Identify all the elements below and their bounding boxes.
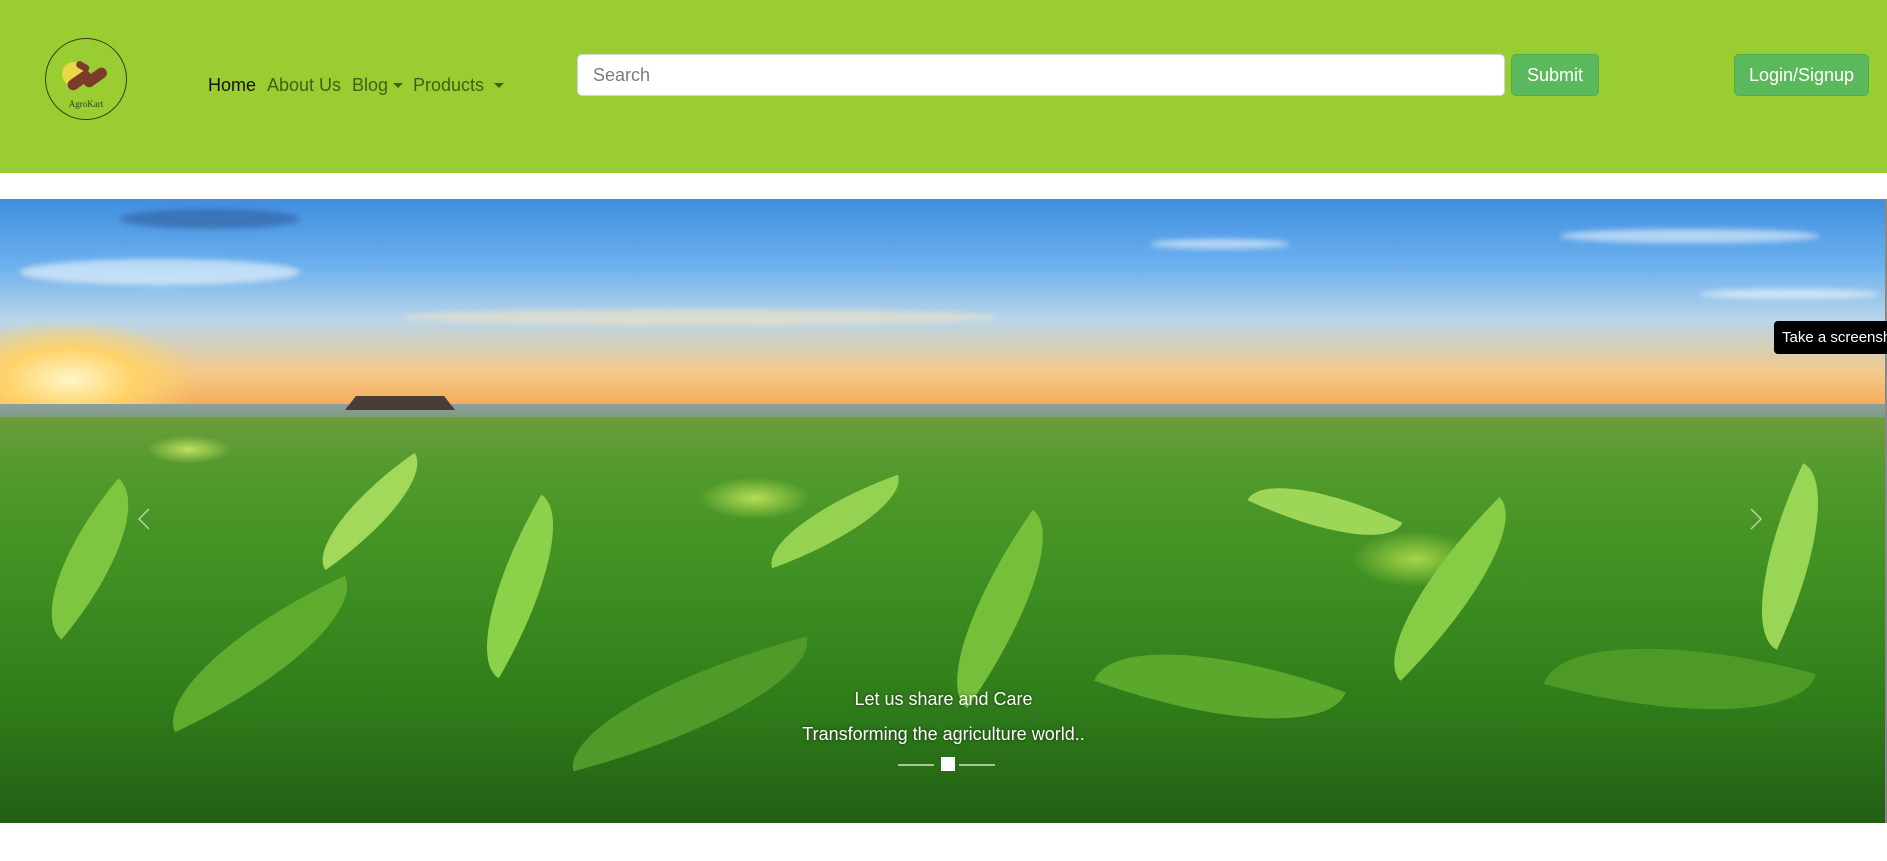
- carousel-indicators: [898, 757, 998, 773]
- submit-button[interactable]: Submit: [1511, 54, 1599, 96]
- hero-cloud: [1700, 289, 1880, 299]
- carousel-indicator[interactable]: [898, 764, 934, 766]
- hero-cloud: [400, 309, 1000, 325]
- nav-blog-dropdown[interactable]: Blog: [352, 74, 404, 96]
- logo-text: AgroKart: [68, 99, 104, 109]
- login-signup-button[interactable]: Login/Signup: [1734, 54, 1869, 96]
- hero-carousel: Let us share and Care Transforming the a…: [0, 199, 1887, 823]
- hero-barn: [345, 396, 455, 410]
- nav-blog-label: Blog: [352, 75, 389, 95]
- chevron-down-icon: [393, 83, 404, 88]
- carousel-next-button[interactable]: [1735, 499, 1775, 539]
- carousel-caption-subtitle: Transforming the agriculture world..: [802, 724, 1085, 744]
- carousel-indicator-active[interactable]: [941, 757, 955, 771]
- nav-home[interactable]: Home: [208, 74, 256, 96]
- hero-cloud: [120, 209, 300, 229]
- nav-about-us[interactable]: About Us: [267, 74, 341, 96]
- navbar: AgroKart Home About Us Blog Products Sub…: [0, 0, 1887, 173]
- carousel-prev-button[interactable]: [125, 499, 165, 539]
- hero-cloud: [1560, 229, 1820, 243]
- brand-logo[interactable]: AgroKart: [45, 38, 127, 120]
- nav-products-dropdown[interactable]: Products: [413, 74, 505, 96]
- carousel-indicator[interactable]: [959, 764, 995, 766]
- screenshot-tooltip: Take a screenshot: [1774, 321, 1887, 354]
- nav-products-label: Products: [413, 75, 485, 95]
- carousel-caption-title: Let us share and Care: [854, 689, 1033, 709]
- search-input[interactable]: [577, 54, 1505, 96]
- hero-cloud: [20, 259, 300, 285]
- hero-cloud: [1150, 239, 1290, 249]
- chevron-right-icon: [1750, 508, 1763, 530]
- chevron-down-icon: [494, 83, 505, 88]
- chevron-left-icon: [137, 508, 150, 530]
